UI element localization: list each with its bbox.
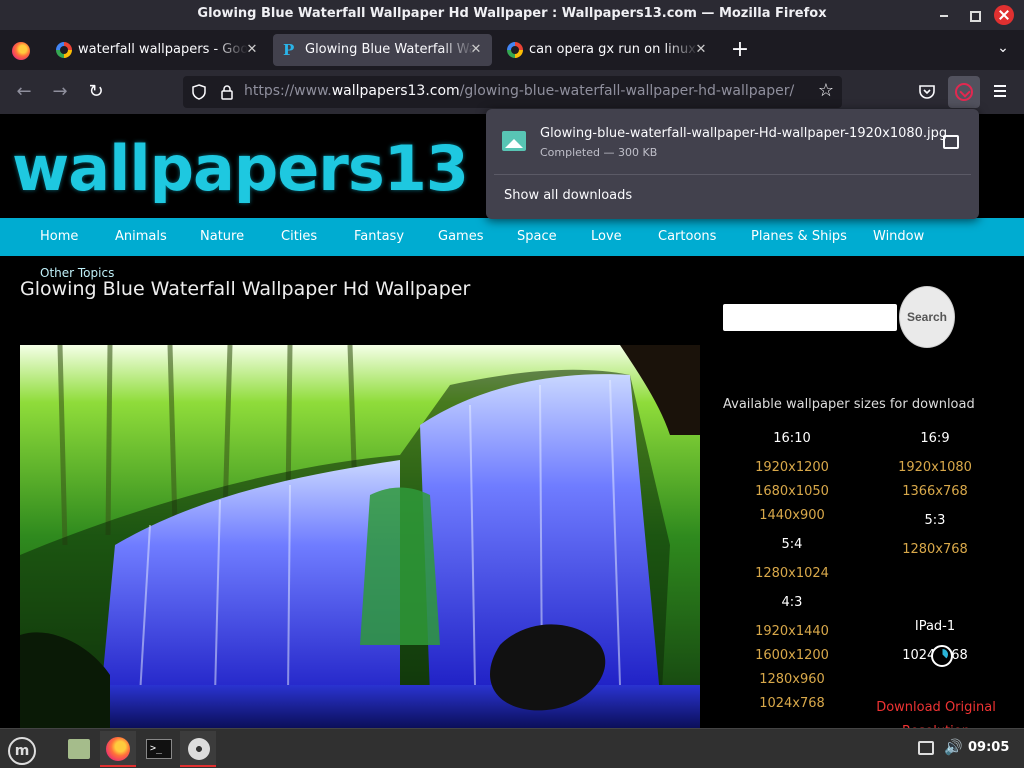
maximize-button[interactable] [964, 5, 984, 25]
ratio-4-3-heading: 4:3 [781, 595, 803, 610]
firefox-icon [12, 42, 30, 60]
firefox-view-button[interactable] [8, 38, 34, 64]
downloads-button[interactable] [948, 76, 980, 108]
site-navigation: Home Animals Nature Cities Fantasy Games… [0, 218, 1024, 256]
search-button[interactable]: Search [899, 286, 955, 348]
close-window-button[interactable] [994, 5, 1014, 25]
size-link[interactable]: 1920x1200 [742, 460, 842, 475]
taskbar-files[interactable] [60, 731, 96, 767]
ratio-16-10-heading: 16:10 [773, 431, 811, 446]
nav-love[interactable]: Love [591, 229, 622, 244]
nav-home[interactable]: Home [40, 229, 78, 244]
size-link[interactable]: 1920x1440 [742, 624, 842, 639]
download-original-link[interactable]: Download Original Resolution [876, 696, 996, 728]
size-link[interactable]: 1280x960 [742, 672, 842, 687]
download-status: Completed — 300 KB [540, 146, 658, 159]
size-link[interactable]: 1366x768 [885, 484, 985, 499]
taskbar-terminal[interactable]: >_ [140, 731, 176, 767]
new-tab-button[interactable]: + [728, 38, 752, 62]
page-title: Glowing Blue Waterfall Wallpaper Hd Wall… [20, 278, 471, 300]
tab-label: Glowing Blue Waterfall Wallpaper Hd Wall… [305, 42, 475, 57]
start-menu-button[interactable]: m [2, 731, 38, 767]
size-link[interactable]: 1024x768 [742, 696, 842, 711]
pocket-icon[interactable] [917, 82, 937, 102]
nav-nature[interactable]: Nature [200, 229, 244, 244]
tab-label: can opera gx run on linux - Google Searc… [529, 42, 699, 57]
ratio-5-3-heading: 5:3 [924, 513, 946, 528]
sizes-heading: Available wallpaper sizes for download [723, 397, 975, 412]
disc-icon [188, 738, 210, 760]
nav-planes-ships[interactable]: Planes & Ships [751, 229, 847, 244]
tab-google-search[interactable]: waterfall wallpapers - Google Search ✕ [46, 34, 268, 66]
loading-spinner-icon [931, 645, 953, 667]
lock-icon[interactable] [219, 84, 235, 100]
window-title: Glowing Blue Waterfall Wallpaper Hd Wall… [197, 6, 827, 21]
nav-space[interactable]: Space [517, 229, 557, 244]
taskbar-firefox[interactable] [100, 731, 136, 767]
open-folder-icon[interactable] [943, 135, 959, 149]
size-link[interactable]: 1680x1050 [742, 484, 842, 499]
tab-bar: waterfall wallpapers - Google Search ✕ P… [0, 30, 1024, 70]
minimize-button[interactable] [934, 5, 954, 25]
tab-opera-search[interactable]: can opera gx run on linux - Google Searc… [497, 34, 717, 66]
bookmark-star-icon[interactable]: ☆ [816, 81, 836, 101]
firefox-icon [106, 737, 130, 761]
size-link[interactable]: 1280x768 [885, 542, 985, 557]
address-bar[interactable]: https://www.wallpapers13.com/glowing-blu… [183, 76, 842, 108]
tab-close-icon[interactable]: ✕ [468, 42, 484, 58]
nav-cities[interactable]: Cities [281, 229, 317, 244]
site-favicon-icon: P [283, 41, 295, 59]
google-icon [507, 42, 523, 58]
reload-button[interactable]: ↻ [84, 80, 108, 104]
tab-wallpaper-page[interactable]: P Glowing Blue Waterfall Wallpaper Hd Wa… [273, 34, 492, 66]
ratio-5-4-heading: 5:4 [781, 537, 803, 552]
download-file-name[interactable]: Glowing-blue-waterfall-wallpaper-Hd-wall… [540, 126, 947, 141]
nav-animals[interactable]: Animals [115, 229, 167, 244]
taskbar-disc[interactable] [180, 731, 216, 767]
taskbar: m >_ 🔊 09:05 [0, 728, 1024, 768]
ipad-heading: IPad-1 [914, 619, 956, 634]
terminal-icon: >_ [146, 739, 172, 759]
list-all-tabs-chevron-icon[interactable]: ⌄ [993, 40, 1013, 60]
search-input[interactable] [723, 304, 897, 331]
tracking-protection-shield-icon[interactable] [191, 84, 207, 100]
tab-close-icon[interactable]: ✕ [244, 42, 260, 58]
tab-label: waterfall wallpapers - Google Search [78, 42, 248, 57]
app-menu-button[interactable] [990, 82, 1010, 102]
back-button[interactable]: ← [12, 80, 36, 104]
download-arrow-icon [955, 83, 973, 101]
ratio-16-9-heading: 16:9 [920, 431, 950, 446]
size-link[interactable]: 1600x1200 [742, 648, 842, 663]
downloads-panel: Glowing-blue-waterfall-wallpaper-Hd-wall… [486, 109, 979, 219]
site-logo[interactable]: wallpapers13 [12, 132, 469, 205]
volume-icon[interactable]: 🔊 [944, 738, 963, 756]
linux-mint-icon: m [8, 737, 36, 765]
navigation-toolbar: ← → ↻ https://www.wallpapers13.com/glowi… [0, 70, 1024, 114]
url-text[interactable]: https://www.wallpapers13.com/glowing-blu… [244, 83, 794, 99]
window-titlebar: Glowing Blue Waterfall Wallpaper Hd Wall… [0, 0, 1024, 30]
nav-fantasy[interactable]: Fantasy [354, 229, 404, 244]
google-icon [56, 42, 72, 58]
waterfall-wallpaper-image[interactable] [20, 345, 700, 728]
size-link[interactable]: 1440x900 [742, 508, 842, 523]
size-link[interactable]: 1920x1080 [885, 460, 985, 475]
show-all-downloads-button[interactable]: Show all downloads [504, 188, 632, 203]
files-icon [68, 739, 90, 759]
divider [494, 174, 971, 175]
nav-window[interactable]: Window [873, 229, 924, 244]
network-icon[interactable] [918, 741, 934, 755]
nav-cartoons[interactable]: Cartoons [658, 229, 716, 244]
nav-games[interactable]: Games [438, 229, 483, 244]
tab-close-icon[interactable]: ✕ [693, 42, 709, 58]
size-link[interactable]: 1280x1024 [742, 566, 842, 581]
image-file-icon [502, 131, 526, 151]
forward-button[interactable]: → [48, 80, 72, 104]
clock[interactable]: 09:05 [968, 740, 1009, 755]
